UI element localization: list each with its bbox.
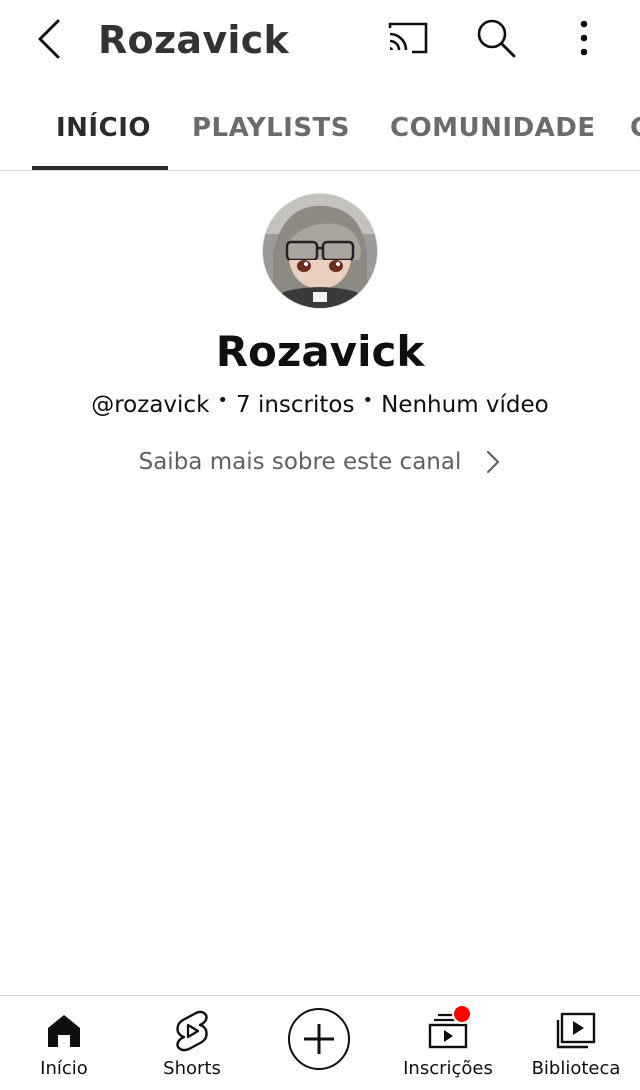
nav-subscriptions-label: Inscrições [403, 1058, 493, 1079]
library-icon [552, 1010, 600, 1052]
nav-home[interactable]: Início [0, 996, 128, 1090]
meta-separator: • [362, 390, 374, 411]
subscriptions-icon [424, 1004, 472, 1052]
shorts-icon [168, 1010, 216, 1052]
notification-dot [452, 1004, 472, 1024]
search-button[interactable] [474, 16, 518, 60]
bottom-navigation: Início Shorts Inscrições Biblioteca [0, 995, 640, 1090]
nav-home-label: Início [40, 1058, 88, 1079]
top-app-bar: Rozavick [0, 0, 640, 80]
tab-comunidade[interactable]: COMUNIDADE [390, 86, 596, 170]
nav-shorts-label: Shorts [163, 1058, 221, 1079]
nav-shorts[interactable]: Shorts [128, 996, 256, 1090]
create-button[interactable] [288, 1008, 350, 1070]
subscriber-count: 7 inscritos [236, 392, 355, 418]
about-channel-link[interactable]: Saiba mais sobre este canal [130, 442, 510, 482]
nav-library[interactable]: Biblioteca [512, 996, 640, 1090]
plus-icon [304, 1024, 334, 1054]
channel-tabs: INÍCIO PLAYLISTS COMUNIDADE C [0, 86, 640, 171]
more-vertical-icon [580, 20, 588, 56]
search-icon [477, 19, 516, 58]
nav-library-label: Biblioteca [531, 1058, 621, 1079]
chevron-right-icon [485, 449, 501, 475]
about-channel-label: Saiba mais sobre este canal [138, 449, 462, 475]
avatar-image [263, 194, 377, 308]
back-button[interactable] [28, 14, 68, 64]
active-tab-indicator [32, 166, 168, 170]
cast-button[interactable] [386, 18, 430, 58]
home-icon [40, 1010, 88, 1052]
back-arrow-icon [38, 19, 60, 59]
more-options-button[interactable] [566, 16, 602, 60]
video-count: Nenhum vídeo [381, 392, 549, 418]
channel-avatar[interactable] [262, 193, 378, 309]
channel-handle: @rozavick [91, 392, 210, 418]
meta-separator: • [217, 390, 229, 411]
channel-name: Rozavick [215, 327, 425, 376]
tab-inicio[interactable]: INÍCIO [56, 86, 151, 170]
tab-playlists[interactable]: PLAYLISTS [192, 86, 350, 170]
nav-subscriptions[interactable]: Inscrições [384, 996, 512, 1090]
channel-page: Rozavick INÍCIO PLAYLISTS COMUNIDADE Roz… [0, 0, 640, 1090]
page-title: Rozavick [98, 18, 290, 62]
channel-meta: @rozavick • 7 inscritos • Nenhum vídeo [0, 388, 640, 424]
cast-icon [388, 22, 428, 54]
tab-canais-partial[interactable]: C [630, 86, 640, 170]
